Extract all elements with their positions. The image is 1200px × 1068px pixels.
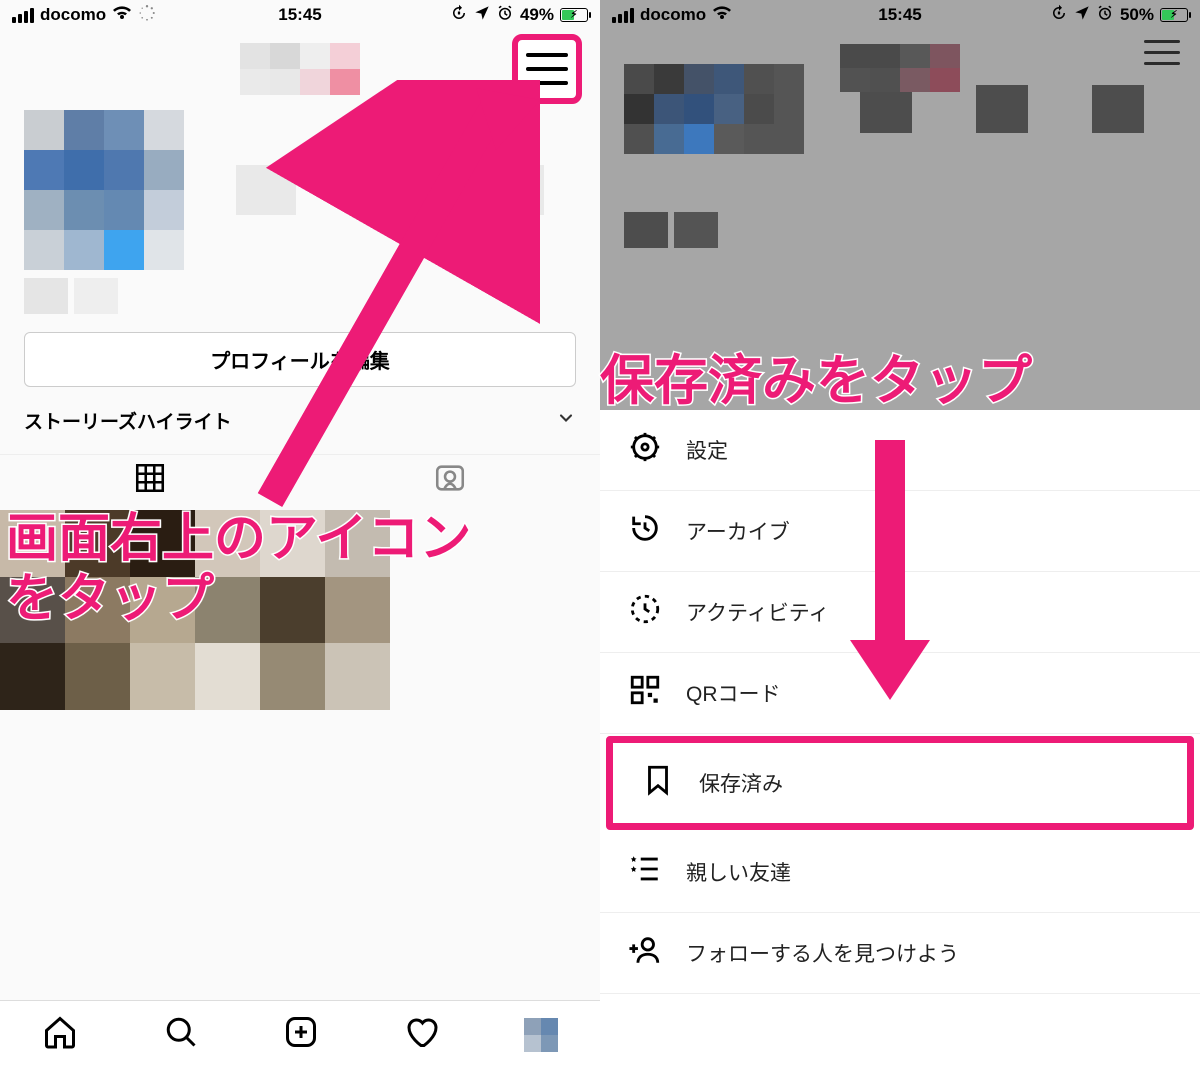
- menu-label: 保存済み: [699, 768, 783, 798]
- orientation-lock-icon: [1050, 4, 1068, 27]
- bookmark-icon: [641, 763, 675, 803]
- battery-pct-label: 50%: [1120, 5, 1154, 25]
- profile-avatar[interactable]: [24, 110, 184, 270]
- clock-label: 15:45: [278, 5, 321, 25]
- battery-icon: ⚡︎: [1160, 8, 1188, 22]
- menu-label: アーカイブ: [686, 516, 790, 546]
- qr-icon: [628, 673, 662, 713]
- archive-clock-icon: [628, 511, 662, 551]
- wifi-icon: [112, 5, 132, 26]
- grid-tab-icon[interactable]: [133, 461, 167, 500]
- bottom-nav: [0, 1000, 600, 1068]
- menu-item-saved[interactable]: 保存済み: [606, 736, 1194, 830]
- location-icon: [474, 5, 490, 26]
- annotation-right: 保存済みをタップ: [600, 350, 1032, 412]
- activity-clock-icon: [628, 592, 662, 632]
- highlights-label: ストーリーズハイライト: [24, 407, 232, 434]
- annotation-arrow-left: [240, 80, 540, 520]
- activity-heart-icon[interactable]: [403, 1014, 439, 1055]
- search-icon[interactable]: [163, 1014, 199, 1055]
- wifi-icon: [712, 5, 732, 26]
- close-friends-icon: [628, 852, 662, 892]
- menu-item-close-friends[interactable]: 親しい友達: [600, 832, 1200, 913]
- menu-label: 親しい友達: [686, 857, 791, 887]
- menu-label: QRコード: [686, 678, 781, 708]
- menu-label: フォローする人を見つけよう: [686, 938, 959, 968]
- carrier-label: docomo: [640, 5, 706, 25]
- gear-icon: [628, 430, 662, 470]
- carrier-label: docomo: [40, 5, 106, 25]
- add-post-icon[interactable]: [283, 1014, 319, 1055]
- dimmed-background[interactable]: docomo 15:45 50% ⚡︎: [600, 0, 1200, 410]
- menu-item-discover[interactable]: フォローする人を見つけよう: [600, 913, 1200, 994]
- annotation-left: 画面右上のアイコン をタップ: [6, 510, 471, 630]
- menu-label: 設定: [686, 435, 728, 465]
- profile-tab-avatar[interactable]: [524, 1018, 558, 1052]
- battery-icon: ⚡︎: [560, 8, 588, 22]
- alarm-icon: [1096, 4, 1114, 27]
- signal-bars-icon: [12, 8, 34, 23]
- status-bar: docomo 15:45 49% ⚡︎: [0, 0, 600, 30]
- home-icon[interactable]: [42, 1014, 78, 1055]
- alarm-icon: [496, 4, 514, 27]
- annotation-arrow-right: [830, 430, 950, 710]
- clock-label: 15:45: [878, 5, 921, 25]
- chevron-down-icon: [556, 408, 576, 434]
- add-person-icon: [628, 933, 662, 973]
- orientation-lock-icon: [450, 4, 468, 27]
- signal-bars-icon: [612, 8, 634, 23]
- location-icon: [1074, 5, 1090, 26]
- battery-pct-label: 49%: [520, 5, 554, 25]
- loading-icon: [138, 4, 156, 27]
- menu-label: アクティビティ: [686, 597, 829, 627]
